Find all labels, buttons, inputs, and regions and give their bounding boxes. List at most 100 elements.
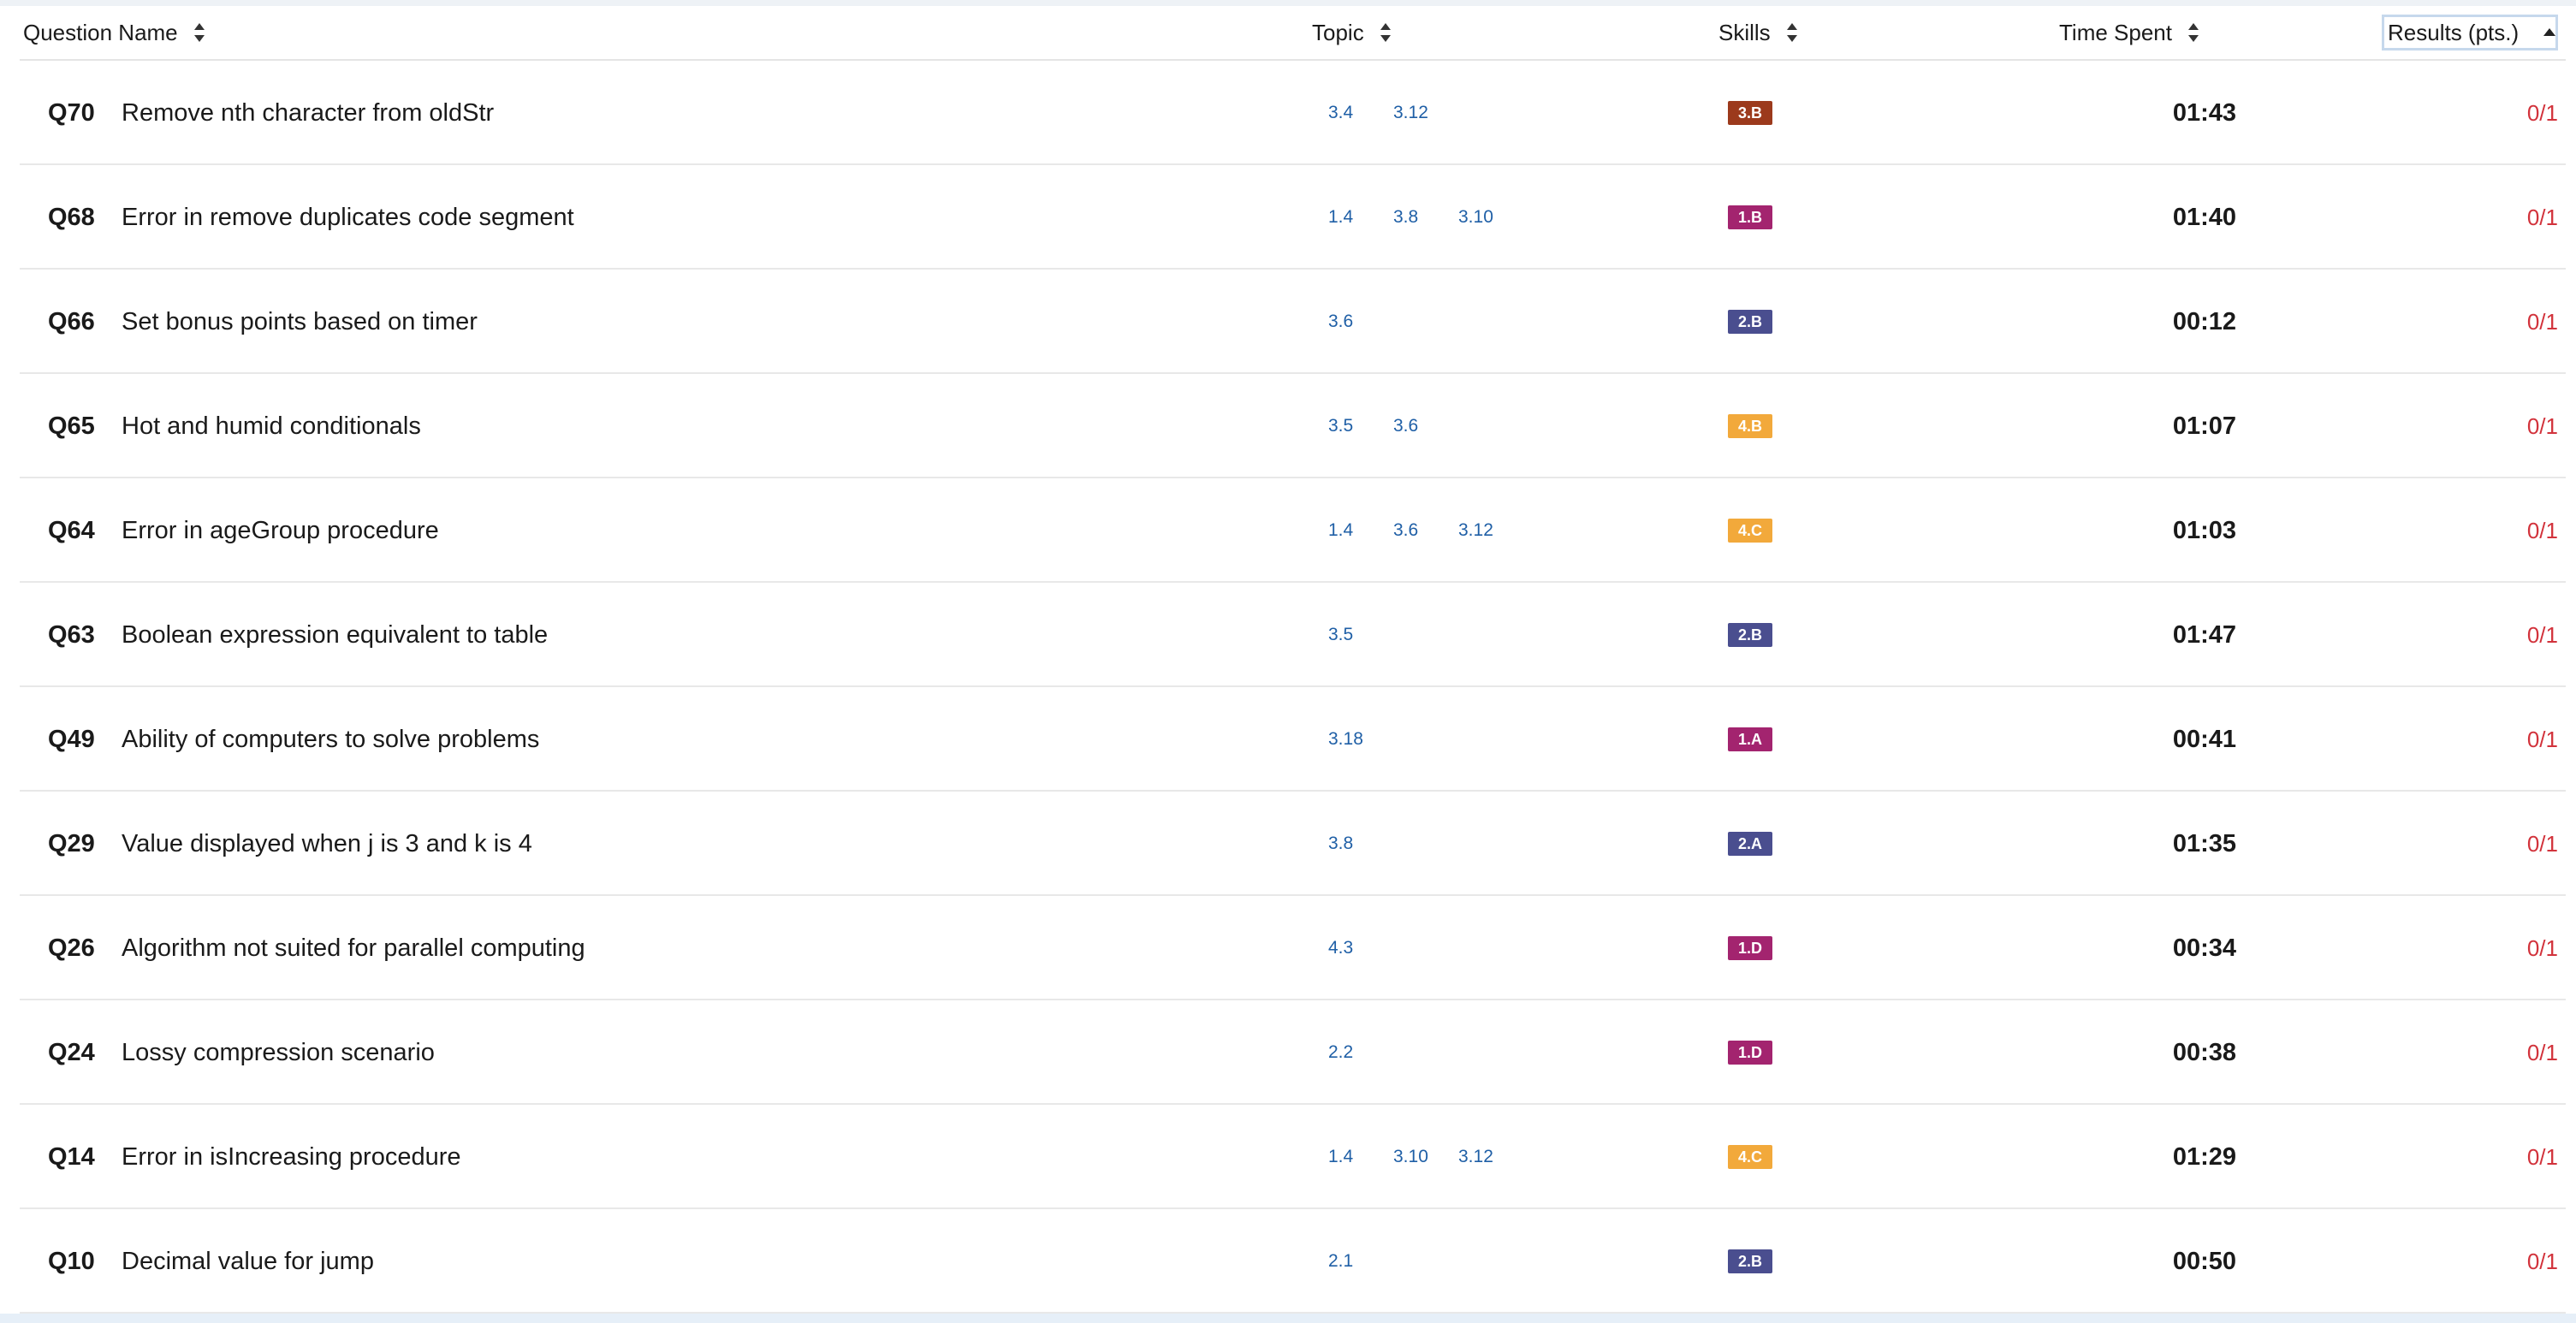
question-name[interactable]: Ability of computers to solve problems [122,687,539,792]
skill-cell: 2.B [1728,1209,1772,1314]
skill-badge: 1.B [1728,205,1772,229]
question-name[interactable]: Remove nth character from oldStr [122,61,494,165]
skill-cell: 2.B [1728,583,1772,687]
topic-link[interactable]: 3.6 [1393,416,1458,436]
column-header-results[interactable]: Results (pts.) [2382,15,2558,50]
topic-link[interactable]: 3.6 [1393,520,1458,541]
topic-link[interactable]: 3.6 [1328,311,1393,332]
table-row[interactable]: Q14 Error in isIncreasing procedure 1.4 … [20,1105,2566,1209]
result-score: 0/1 [2526,517,2558,543]
sort-icon[interactable] [193,22,205,43]
topic-list: 2.1 [1328,1209,1523,1314]
question-name[interactable]: Decimal value for jump [122,1209,374,1314]
skill-badge: 2.B [1728,310,1772,334]
topic-link[interactable]: 2.1 [1328,1251,1393,1272]
column-header-label: Topic [1312,19,1364,45]
column-header-label: Results (pts.) [2388,19,2520,45]
result-score: 0/1 [2526,204,2558,230]
time-spent: 00:41 [2172,725,2236,753]
question-id: Q65 [48,412,95,440]
table-row[interactable]: Q10 Decimal value for jump 2.1 2.B 00:50… [20,1209,2566,1314]
column-header-question-name[interactable]: Question Name [23,6,205,59]
result-score: 0/1 [2526,412,2558,439]
topic-list: 4.3 [1328,896,1523,1000]
result-score: 0/1 [2526,726,2558,752]
time-spent: 01:35 [2172,829,2236,857]
topic-link[interactable]: 3.4 [1328,103,1393,123]
top-divider [0,0,2576,6]
topic-link[interactable]: 3.12 [1393,103,1458,123]
topic-link[interactable]: 3.5 [1328,625,1393,645]
topic-list: 1.4 3.8 3.10 [1328,165,1523,270]
result-score: 0/1 [2526,830,2558,857]
question-name[interactable]: Boolean expression equivalent to table [122,583,548,687]
question-name[interactable]: Error in isIncreasing procedure [122,1105,461,1209]
result-score: 0/1 [2526,1039,2558,1065]
question-name[interactable]: Algorithm not suited for parallel comput… [122,896,585,1000]
result-score: 0/1 [2526,1143,2558,1170]
question-name[interactable]: Hot and humid conditionals [122,374,421,478]
time-spent: 01:43 [2172,98,2236,127]
topic-link[interactable]: 3.10 [1458,207,1523,228]
table-row[interactable]: Q70 Remove nth character from oldStr 3.4… [20,61,2566,165]
topic-link[interactable]: 4.3 [1328,938,1393,958]
topic-link[interactable]: 3.10 [1393,1147,1458,1167]
table-row[interactable]: Q49 Ability of computers to solve proble… [20,687,2566,792]
topic-link[interactable]: 3.8 [1393,207,1458,228]
skill-cell: 2.A [1728,792,1772,896]
question-name[interactable]: Value displayed when j is 3 and k is 4 [122,792,532,896]
question-name[interactable]: Set bonus points based on timer [122,270,478,374]
table-row[interactable]: Q24 Lossy compression scenario 2.2 1.D 0… [20,1000,2566,1105]
table-row[interactable]: Q63 Boolean expression equivalent to tab… [20,583,2566,687]
question-id: Q24 [48,1038,95,1066]
question-name[interactable]: Lossy compression scenario [122,1000,435,1105]
result-score: 0/1 [2526,934,2558,961]
sort-icon[interactable] [1786,22,1798,43]
sort-ascending-icon[interactable] [2543,22,2556,43]
column-header-topic[interactable]: Topic [1312,6,1392,59]
column-header-time-spent[interactable]: Time Spent [2059,6,2199,59]
skill-badge: 2.B [1728,1249,1772,1273]
question-name[interactable]: Error in remove duplicates code segment [122,165,574,270]
time-spent: 00:38 [2172,1038,2236,1066]
topic-link[interactable]: 1.4 [1328,1147,1393,1167]
result-score: 0/1 [2526,308,2558,335]
question-name[interactable]: Error in ageGroup procedure [122,478,439,583]
topic-link[interactable]: 1.4 [1328,520,1393,541]
time-spent: 01:29 [2172,1142,2236,1171]
result-score: 0/1 [2526,1248,2558,1274]
skill-cell: 1.D [1728,1000,1772,1105]
table-row[interactable]: Q66 Set bonus points based on timer 3.6 … [20,270,2566,374]
skill-badge: 2.A [1728,832,1772,856]
result-score: 0/1 [2526,621,2558,648]
skill-badge: 1.D [1728,936,1772,960]
question-id: Q10 [48,1247,95,1275]
sort-icon[interactable] [1380,22,1392,43]
time-spent: 01:07 [2172,412,2236,440]
table-row[interactable]: Q29 Value displayed when j is 3 and k is… [20,792,2566,896]
table-row[interactable]: Q65 Hot and humid conditionals 3.5 3.6 4… [20,374,2566,478]
topic-list: 2.2 [1328,1000,1523,1105]
topic-list: 3.8 [1328,792,1523,896]
topic-link[interactable]: 3.12 [1458,1147,1523,1167]
topic-link[interactable]: 1.4 [1328,207,1393,228]
table-row[interactable]: Q26 Algorithm not suited for parallel co… [20,896,2566,1000]
skill-cell: 4.C [1728,1105,1772,1209]
question-id: Q29 [48,829,95,857]
sort-icon[interactable] [2187,22,2199,43]
column-header-label: Time Spent [2059,19,2172,45]
table-row[interactable]: Q68 Error in remove duplicates code segm… [20,165,2566,270]
column-header-skills[interactable]: Skills [1718,6,1798,59]
topic-link[interactable]: 2.2 [1328,1042,1393,1063]
table-row[interactable]: Q64 Error in ageGroup procedure 1.4 3.6 … [20,478,2566,583]
question-id: Q70 [48,98,95,127]
topic-link[interactable]: 3.8 [1328,834,1393,854]
topic-list: 1.4 3.6 3.12 [1328,478,1523,583]
question-id: Q26 [48,934,95,962]
table-header: Question Name Topic Skills Time Spent Re… [20,6,2566,61]
topic-link[interactable]: 3.12 [1458,520,1523,541]
time-spent: 00:50 [2172,1247,2236,1275]
topic-link[interactable]: 3.5 [1328,416,1393,436]
skill-cell: 1.D [1728,896,1772,1000]
topic-link[interactable]: 3.18 [1328,729,1393,750]
